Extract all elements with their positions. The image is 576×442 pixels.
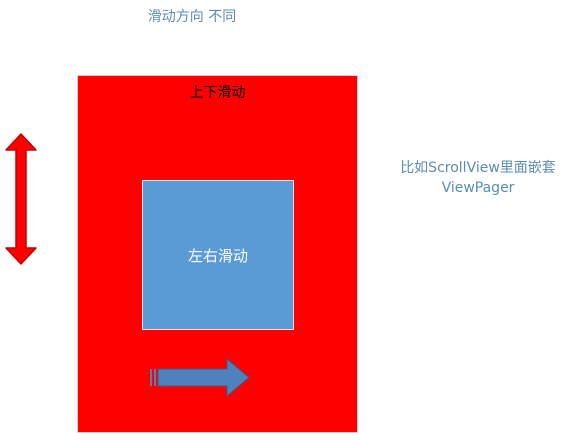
vertical-double-arrow-icon [5, 133, 37, 265]
diagram-title: 滑动方向 不同 [147, 9, 237, 25]
outer-box-label: 上下滑动 [189, 85, 246, 101]
inner-box-label: 左右滑动 [187, 247, 248, 265]
example-note: 比如ScrollView里面嵌套 ViewPager [388, 158, 568, 198]
note-line-2: ViewPager [441, 180, 515, 196]
horizontal-scroll-container: 左右滑动 [142, 180, 294, 330]
right-arrow-icon [150, 358, 250, 397]
note-line-1: 比如ScrollView里面嵌套 [400, 160, 556, 176]
